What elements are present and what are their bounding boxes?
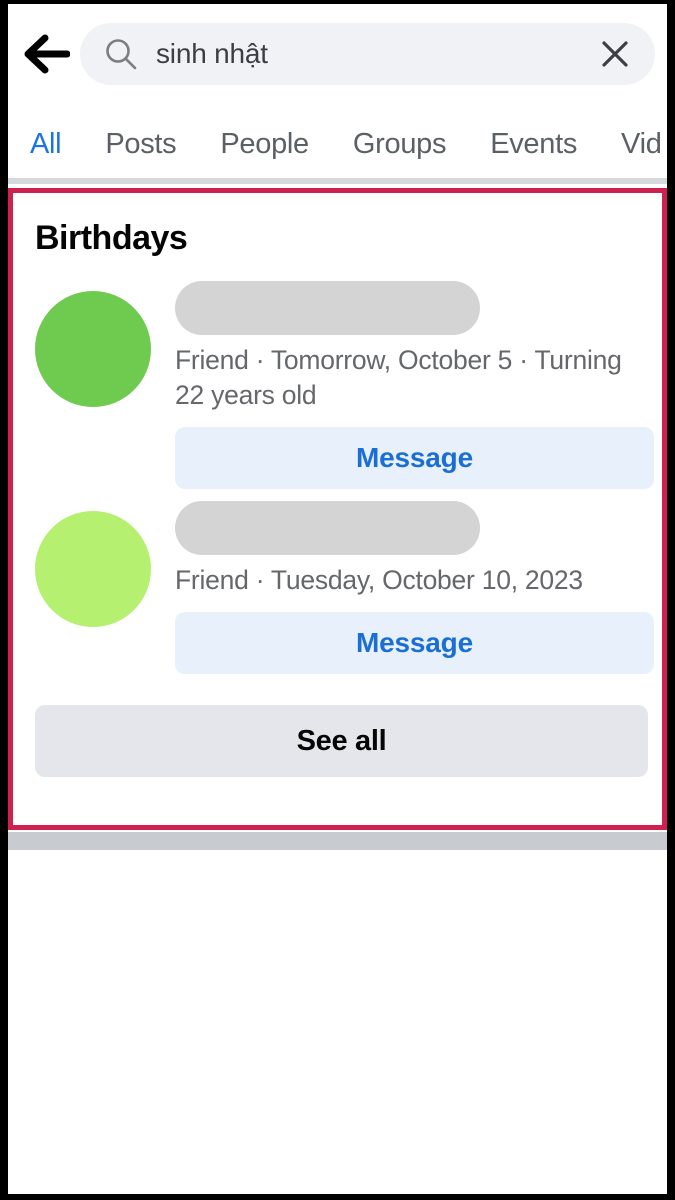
phone-frame: sinh nhật All Posts People Groups Events… [0, 0, 675, 1200]
empty-results-area [8, 850, 667, 1194]
tab-people[interactable]: People [198, 104, 331, 184]
close-icon [602, 41, 628, 67]
tab-label: Groups [352, 127, 447, 160]
page-title: Birthdays [35, 219, 188, 257]
tab-videos[interactable]: Vid [599, 104, 667, 184]
see-all-button[interactable]: See all [35, 705, 648, 777]
message-button-label: Message [356, 627, 473, 659]
birthday-details: Friend · Tuesday, October 10, 2023 Messa… [175, 501, 654, 675]
name-placeholder [175, 501, 480, 555]
search-header: sinh nhật [8, 4, 667, 104]
search-query-text: sinh nhật [156, 38, 268, 69]
list-item[interactable]: Friend · Tomorrow, October 5 · Turning 2… [13, 281, 662, 501]
name-placeholder [175, 281, 480, 335]
tab-posts[interactable]: Posts [83, 104, 198, 184]
avatar [35, 291, 151, 407]
search-icon [106, 39, 137, 70]
message-button[interactable]: Message [175, 427, 654, 490]
back-arrow-icon [24, 34, 70, 74]
birthday-details: Friend · Tomorrow, October 5 · Turning 2… [175, 281, 654, 490]
search-input[interactable]: sinh nhật [80, 23, 655, 85]
clear-search-button[interactable] [595, 34, 635, 74]
tabs-bottom-divider [8, 178, 667, 184]
birthday-meta-text: Friend · Tomorrow, October 5 · Turning 2… [175, 345, 622, 411]
back-button[interactable] [18, 25, 76, 83]
app-screen: sinh nhật All Posts People Groups Events… [8, 4, 667, 1194]
tab-label: All [30, 127, 62, 160]
tab-events[interactable]: Events [468, 104, 599, 184]
tab-label: Vid [621, 127, 662, 160]
tab-all[interactable]: All [8, 104, 83, 184]
message-button-label: Message [356, 442, 473, 474]
tab-label: Events [490, 127, 578, 160]
tab-label: Posts [105, 127, 177, 160]
tab-groups[interactable]: Groups [331, 104, 468, 184]
message-button[interactable]: Message [175, 612, 654, 675]
birthdays-card-highlight: Birthdays Friend · Tomorrow, October 5 ·… [8, 188, 667, 830]
see-all-label: See all [296, 724, 387, 757]
list-item[interactable]: Friend · Tuesday, October 10, 2023 Messa… [13, 501, 662, 699]
search-result-tabs: All Posts People Groups Events Vid [8, 104, 667, 184]
avatar [35, 511, 151, 627]
tab-label: People [220, 127, 309, 160]
section-divider [8, 832, 667, 850]
birthday-meta-text: Friend · Tuesday, October 10, 2023 [175, 565, 583, 595]
